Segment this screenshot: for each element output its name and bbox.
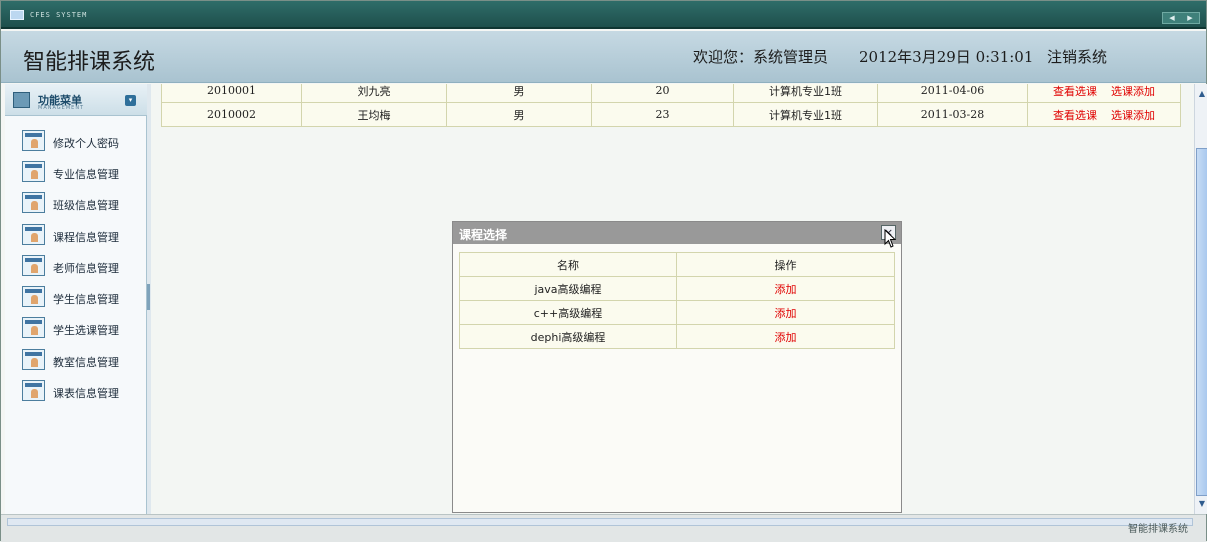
menu-header[interactable]: 功能菜单 MANAGEMENT ▾ [5,84,147,116]
window-title: CFES SYSTEM [30,11,88,19]
course-table: 名称 操作 java高级编程 添加 c++高级编程 添加 dephi高级编程 添… [459,252,895,349]
table-row: dephi高级编程 添加 [459,324,895,349]
sidebar-item-label: 课表信息管理 [53,387,119,400]
sidebar-item-label: 班级信息管理 [53,199,119,212]
table-row: 2010001 刘九亮 男 20 计算机专业1班 2011-04-06 查看选课… [161,84,1181,103]
course-name: dephi高级编程 [459,324,677,349]
add-link[interactable]: 添加 [775,307,797,320]
user-form-icon [22,192,45,213]
scroll-thumb[interactable] [1196,148,1207,496]
student-class: 计算机专业1班 [733,84,878,103]
user-form-icon [22,317,45,338]
sidebar-item-student[interactable]: 学生信息管理 [22,286,147,310]
column-header-name: 名称 [459,252,677,277]
sidebar-item-student-course[interactable]: 学生选课管理 [22,317,147,341]
course-action: 添加 [676,324,895,349]
sidebar-menu: 功能菜单 MANAGEMENT ▾ 修改个人密码 专业信息管理 班级信息管理 课… [5,84,147,514]
dialog-title: 课程选择 [459,228,508,242]
column-header-action: 操作 [676,252,895,277]
current-datetime: 2012年3月29日 0:31:01 [859,48,1034,66]
student-name: 刘九亮 [301,84,447,103]
student-id: 2010001 [161,84,302,103]
app-title: 智能排课系统 [23,50,156,75]
app-window: CFES SYSTEM ◀ ▶ 智能排课系统 欢迎您：系统管理员 2012年3月… [0,0,1207,542]
sidebar-item-label: 课程信息管理 [53,231,119,244]
table-row: 2010002 王均梅 男 23 计算机专业1班 2011-03-28 查看选课… [161,102,1181,127]
sidebar-item-label: 学生信息管理 [53,293,119,306]
sidebar-item-classroom[interactable]: 教室信息管理 [22,349,147,373]
sidebar-item-class[interactable]: 班级信息管理 [22,192,147,216]
horizontal-scrollbar[interactable] [7,518,1193,526]
window-prev-icon[interactable]: ◀ [1163,13,1181,23]
student-gender: 男 [446,102,592,127]
table-row: c++高级编程 添加 [459,300,895,325]
add-link[interactable]: 添加 [775,331,797,344]
window-controls[interactable]: ◀ ▶ [1162,12,1200,24]
user-form-icon [22,380,45,401]
app-icon [10,10,24,20]
course-action: 添加 [676,276,895,301]
student-actions: 查看选课 选课添加 [1027,84,1181,103]
scroll-down-icon[interactable]: ▼ [1196,497,1207,511]
user-form-icon [22,255,45,276]
sidebar-item-label: 专业信息管理 [53,168,119,181]
user-form-icon [22,224,45,245]
student-age: 23 [591,102,734,127]
add-course-link[interactable]: 选课添加 [1111,109,1155,122]
logout-link[interactable]: 注销系统 [1047,46,1107,67]
course-name: c++高级编程 [459,300,677,325]
status-text: 智能排课系统 [1128,524,1188,535]
sidebar-item-label: 教室信息管理 [53,356,119,369]
student-class: 计算机专业1班 [733,102,878,127]
user-form-icon [22,161,45,182]
sidebar-item-label: 学生选课管理 [53,324,119,337]
status-bar: 智能排课系统 [1,514,1206,542]
user-form-icon [22,286,45,307]
view-course-link[interactable]: 查看选课 [1053,109,1097,122]
table-header-row: 名称 操作 [459,252,895,277]
student-id: 2010002 [161,102,302,127]
course-select-dialog: 课程选择 × 名称 操作 java高级编程 添加 c++高级编程 添加 deph… [452,221,902,513]
app-header: 智能排课系统 欢迎您：系统管理员 2012年3月29日 0:31:01 注销系统 [1,31,1206,83]
user-form-icon [22,130,45,151]
student-date: 2011-03-28 [877,102,1028,127]
student-date: 2011-04-06 [877,84,1028,103]
user-form-icon [22,349,45,370]
menu-subtitle: MANAGEMENT [38,105,85,111]
course-name: java高级编程 [459,276,677,301]
sidebar-item-label: 修改个人密码 [53,137,119,150]
sidebar-item-change-password[interactable]: 修改个人密码 [22,130,147,154]
student-gender: 男 [446,84,592,103]
dialog-title-bar[interactable]: 课程选择 [453,222,901,244]
course-action: 添加 [676,300,895,325]
sidebar-item-course[interactable]: 课程信息管理 [22,224,147,248]
scroll-up-icon[interactable]: ▲ [1196,87,1207,101]
add-course-link[interactable]: 选课添加 [1111,85,1155,98]
sidebar-item-major[interactable]: 专业信息管理 [22,161,147,185]
mouse-cursor-icon [884,229,897,248]
menu-home-icon [13,92,30,108]
sidebar-item-teacher[interactable]: 老师信息管理 [22,255,147,279]
student-table: 2010001 刘九亮 男 20 计算机专业1班 2011-04-06 查看选课… [161,84,1181,127]
sidebar-item-schedule[interactable]: 课表信息管理 [22,380,147,404]
vertical-scrollbar[interactable]: ▲ ▼ [1194,84,1207,514]
table-row: java高级编程 添加 [459,276,895,301]
menu-collapse-icon[interactable]: ▾ [125,95,136,106]
splitter-grip[interactable] [147,284,150,310]
student-age: 20 [591,84,734,103]
view-course-link[interactable]: 查看选课 [1053,85,1097,98]
welcome-text: 欢迎您：系统管理员 [693,48,829,66]
window-title-bar[interactable]: CFES SYSTEM ◀ ▶ [1,1,1206,29]
student-actions: 查看选课 选课添加 [1027,102,1181,127]
sidebar-item-label: 老师信息管理 [53,262,119,275]
student-name: 王均梅 [301,102,447,127]
add-link[interactable]: 添加 [775,283,797,296]
window-next-icon[interactable]: ▶ [1181,13,1199,23]
